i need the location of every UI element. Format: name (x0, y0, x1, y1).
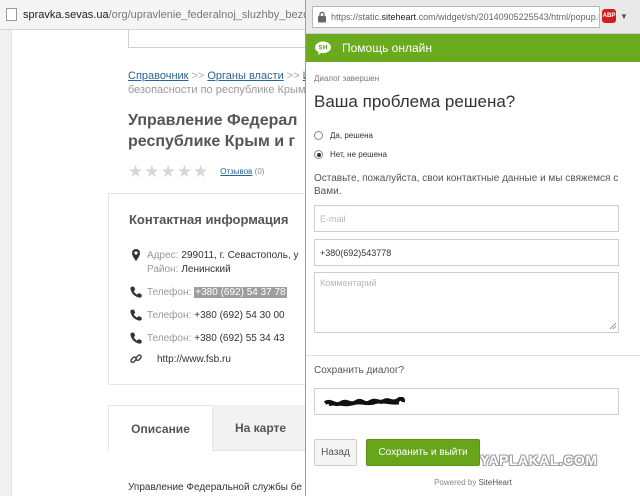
contact-info-title: Контактная информация (129, 212, 289, 227)
popup-url[interactable]: https://static.siteheart.com/widget/sh/2… (331, 12, 599, 22)
back-button[interactable]: Назад (314, 439, 357, 466)
phone-row-3: Телефон: +380 (692) 55 34 43 (129, 331, 285, 345)
description-text: Управление Федеральной службы бе (128, 482, 302, 493)
map-pin-icon (132, 249, 140, 261)
website-link[interactable]: http://www.fsb.ru (157, 354, 231, 365)
save-dialog-question: Сохранить диалог? (314, 365, 405, 376)
star-icon[interactable]: ★ (144, 163, 159, 180)
address-row: Адрес: 299011, г. Севастополь, у (129, 248, 299, 262)
phone-row-2: Телефон: +380 (692) 54 30 00 (129, 308, 285, 322)
chat-header: SH Помощь онлайн (306, 34, 640, 62)
lock-icon (318, 11, 326, 23)
rating-stars[interactable]: ★ ★ ★ ★ ★ Отзывов (0) (128, 163, 264, 180)
phone-number[interactable]: +380 (692) 55 34 43 (194, 333, 284, 344)
phone-number[interactable]: +380 (692) 54 30 00 (194, 310, 284, 321)
adblock-icon[interactable]: ABP (602, 9, 616, 23)
district-row: Район: Ленинский (147, 264, 231, 275)
svg-text:SH: SH (318, 45, 327, 52)
radio-option-not-solved[interactable]: Нет, не решена (314, 150, 387, 159)
popup-url-field[interactable]: https://static.siteheart.com/widget/sh/2… (312, 6, 600, 28)
page-title: Управление Федерал республике Крым и г (128, 112, 298, 150)
chat-header-title: Помощь онлайн (342, 41, 432, 55)
siteheart-link[interactable]: SiteHeart (479, 478, 512, 487)
email-input[interactable] (314, 205, 619, 232)
phone-icon (130, 286, 142, 298)
divider (306, 355, 640, 356)
tab-map[interactable]: На карте (213, 405, 308, 451)
chat-bubble-icon: SH (315, 41, 331, 55)
breadcrumb-authorities[interactable]: Органы власти (207, 70, 283, 82)
background-search-input-edge[interactable] (128, 30, 308, 48)
breadcrumb-separator: >> (286, 70, 300, 82)
phone-number-highlighted[interactable]: +380 (692) 54 37 78 (194, 286, 287, 298)
name-input[interactable] (314, 388, 619, 415)
breadcrumb-directory[interactable]: Справочник (128, 70, 189, 82)
reviews-link[interactable]: Отзывов (0) (220, 167, 264, 176)
background-url[interactable]: spravka.sevas.ua/org/upravlenie_federaln… (23, 9, 305, 21)
chevron-down-icon[interactable]: ▼ (620, 12, 628, 21)
page-icon (6, 8, 17, 21)
powered-by-footer: Powered by SiteHeart (434, 478, 512, 487)
phone-row-1: Телефон: +380 (692) 54 37 78 (129, 285, 287, 299)
star-icon[interactable]: ★ (128, 163, 143, 180)
radio-button[interactable] (314, 131, 323, 140)
radio-button-selected[interactable] (314, 150, 323, 159)
chat-popup-window: https://static.siteheart.com/widget/sh/2… (305, 0, 640, 496)
comment-textarea[interactable] (314, 272, 619, 333)
contact-request-note: Оставьте, пожалуйста, свои контактные да… (314, 173, 619, 197)
star-icon[interactable]: ★ (193, 163, 208, 180)
tab-description[interactable]: Описание (108, 405, 213, 451)
redacted-scribble (323, 397, 405, 407)
star-icon[interactable]: ★ (177, 163, 192, 180)
breadcrumb-separator: >> (191, 70, 205, 82)
problem-question: Ваша проблема решена? (314, 92, 516, 111)
save-and-exit-button[interactable]: Сохранить и выйти (366, 439, 480, 466)
phone-icon (130, 309, 142, 321)
content-tabs: Описание На карте (108, 405, 308, 451)
breadcrumb: Справочник>>Органы власти>>Ис (128, 70, 316, 82)
background-address-bar[interactable]: spravka.sevas.ua/org/upravlenie_federaln… (0, 0, 305, 30)
star-icon[interactable]: ★ (161, 163, 176, 180)
link-icon (130, 354, 142, 364)
background-scrollbar[interactable] (0, 30, 12, 496)
radio-option-solved[interactable]: Да, решена (314, 131, 373, 140)
breadcrumb-continuation: безопасности по республике Крым и (128, 84, 315, 96)
website-row: http://www.fsb.ru (129, 352, 231, 366)
phone-input[interactable] (314, 239, 619, 266)
resize-grip-icon[interactable] (608, 321, 617, 330)
phone-icon (130, 332, 142, 344)
dialog-status: Диалог завершен (314, 74, 380, 83)
contact-info-panel: Контактная информация Адрес: 299011, г. С… (108, 193, 308, 385)
watermark: YAPLAKAL.COM (480, 452, 598, 468)
popup-address-bar: https://static.siteheart.com/widget/sh/2… (306, 0, 640, 34)
